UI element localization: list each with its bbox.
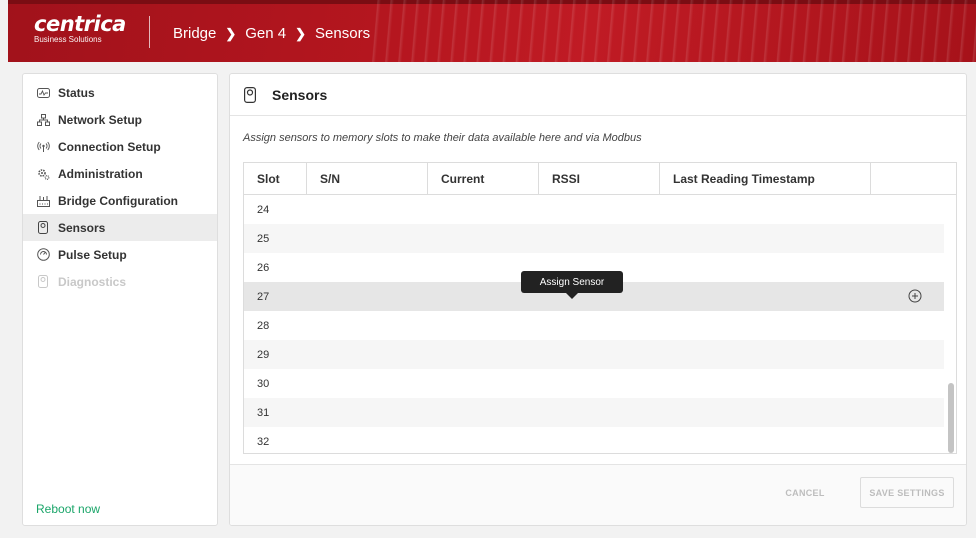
sensors-panel: Sensors Assign sensors to memory slots t… [229,73,967,526]
slot-number: 29 [257,348,270,361]
sidebar: Status Network Setup Connection Setup Ad… [22,73,218,526]
table-scrollbar[interactable] [948,383,954,453]
cancel-button[interactable]: CANCEL [775,477,835,508]
sidebar-item-label: Pulse Setup [58,247,127,262]
panel-description: Assign sensors to memory slots to make t… [243,132,642,144]
breadcrumb-gen4[interactable]: Gen 4 [245,25,286,42]
sidebar-item-network-setup[interactable]: Network Setup [23,106,217,133]
sidebar-item-label: Sensors [58,220,106,235]
breadcrumb-sensors: Sensors [315,25,371,42]
column-header-actions [871,163,956,194]
slot-number: 32 [257,435,270,448]
header-decoration [368,0,976,62]
sidebar-item-administration[interactable]: Administration [23,160,217,187]
reboot-link[interactable]: Reboot now [36,502,100,516]
sidebar-item-label: Administration [58,166,143,181]
app-header: centrica Business Solutions Bridge ❯ Gen… [8,0,976,62]
breadcrumb: Bridge ❯ Gen 4 ❯ Sensors [173,25,370,42]
sensor-slots-table: Slot S/N Current RSSI Last Reading Times… [243,162,957,454]
brand-subtitle: Business Solutions [34,35,102,44]
table-row[interactable]: 25 [244,224,944,253]
panel-header: Sensors [230,74,966,116]
slot-number: 24 [257,203,270,216]
chevron-right-icon: ❯ [295,25,307,41]
column-header-slot: Slot [244,163,307,194]
sensor-icon [35,221,51,235]
sidebar-item-label: Network Setup [58,112,143,127]
panel-footer: CANCEL SAVE SETTINGS [230,464,966,525]
column-header-current: Current [428,163,539,194]
sidebar-item-bridge-configuration[interactable]: Bridge Configuration [23,187,217,214]
brand-name: centrica [34,12,126,36]
diagnostics-icon [35,275,51,289]
sensor-icon [244,86,258,103]
sidebar-item-status[interactable]: Status [23,79,217,106]
header-divider [149,16,150,48]
slot-number: 27 [257,290,270,303]
sidebar-item-pulse-setup[interactable]: Pulse Setup [23,241,217,268]
table-row[interactable]: 24 [244,195,944,224]
sidebar-item-label: Diagnostics [58,274,127,289]
slot-number: 26 [257,261,270,274]
table-row[interactable]: 31 [244,398,944,427]
page-title: Sensors [272,86,328,103]
wireless-icon [35,140,51,154]
chevron-right-icon: ❯ [225,25,237,41]
slot-number: 28 [257,319,270,332]
table-row[interactable]: 28 [244,311,944,340]
table-row[interactable]: 32 [244,427,944,454]
gears-icon [35,167,51,181]
slot-number: 31 [257,406,270,419]
save-settings-button[interactable]: SAVE SETTINGS [860,477,954,508]
brand-logo[interactable]: centrica Business Solutions [34,13,126,45]
sidebar-item-label: Status [58,85,95,100]
sidebar-item-label: Connection Setup [58,139,161,154]
column-header-last-reading: Last Reading Timestamp [660,163,871,194]
breadcrumb-bridge[interactable]: Bridge [173,25,216,42]
column-header-sn: S/N [307,163,428,194]
add-circle-icon[interactable] [908,289,922,303]
table-body[interactable]: 24 25 26 27 28 29 30 31 32 [244,195,956,454]
network-icon [35,113,51,127]
table-row[interactable]: 29 [244,340,944,369]
slot-number: 25 [257,232,270,245]
status-icon [35,86,51,100]
column-header-rssi: RSSI [539,163,660,194]
table-row[interactable]: 30 [244,369,944,398]
sidebar-item-diagnostics: Diagnostics [23,268,217,295]
sidebar-item-connection-setup[interactable]: Connection Setup [23,133,217,160]
slot-number: 30 [257,377,270,390]
bridge-icon [35,194,51,208]
sidebar-item-sensors[interactable]: Sensors [23,214,217,241]
pulse-icon [35,248,51,262]
sidebar-item-label: Bridge Configuration [58,193,178,208]
assign-sensor-tooltip: Assign Sensor [521,271,623,299]
table-header: Slot S/N Current RSSI Last Reading Times… [244,163,956,195]
